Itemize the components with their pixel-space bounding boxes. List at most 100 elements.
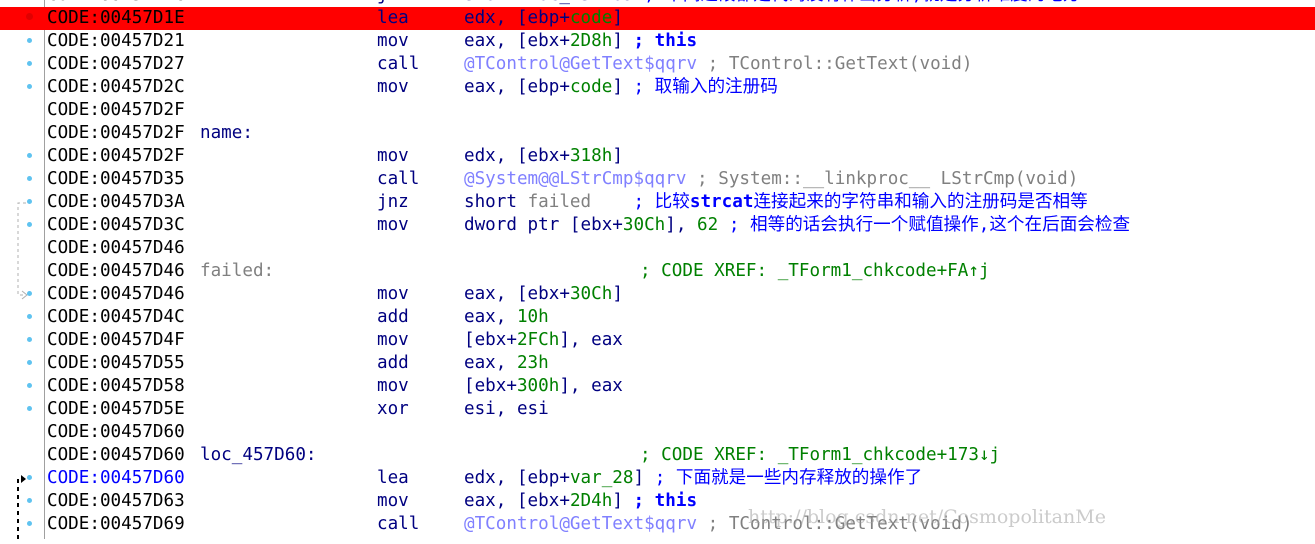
instruction-dot-icon[interactable]: [27, 84, 32, 89]
listing-row[interactable]: CODE:00457D55 add eax, 23h: [0, 352, 1315, 375]
operand-part: ]: [633, 468, 655, 488]
operand-part: short loc_457D69: [464, 0, 633, 5]
watermark: http://blog.csdn.net/CosmopolitanMe: [748, 506, 1106, 528]
operand-part: 300h: [516, 376, 560, 396]
comment: 中间这段都是代码没有作出分析,就是分析难度的地方: [665, 0, 1080, 5]
operands: short failed ; 比较strcat连接起来的字符串和输入的注册码是否…: [464, 191, 1088, 214]
operands: dword ptr [ebx+30Ch], 62 ; 相等的话会执行一个赋值操作…: [464, 214, 1130, 237]
operand-part: @System@@LStrCmp$qqrv: [464, 169, 687, 189]
listing-row[interactable]: CODE:00457D4C add eax, 10h: [0, 306, 1315, 329]
mnemonic: call: [377, 54, 420, 74]
instruction-dot-icon[interactable]: [27, 337, 32, 342]
listing-row[interactable]: CODE:00457D2C mov eax, [ebp+code] ; 取输入的注册…: [0, 76, 1315, 99]
listing-row[interactable]: CODE:00457D3A jnz short failed ; 比较strcat连…: [0, 191, 1315, 214]
listing-row[interactable]: CODE:00457D3C mov dword ptr [ebx+30Ch], 62…: [0, 214, 1315, 237]
breakpoint-row[interactable]: CODE:00457D1E lea edx, [ebp+code]: [0, 7, 1315, 30]
address: CODE:00457D5E: [47, 399, 185, 419]
listing-row[interactable]: CODE:00457D2F mov edx, [ebx+318h]: [0, 145, 1315, 168]
address: CODE:00457D63: [47, 491, 185, 511]
disassembly-listing[interactable]: CODE:00457D1C jnz short loc_457D69 ; 中间这段都…: [0, 0, 1315, 536]
comment: ; System::__linkproc__ LStrCmp(void): [686, 169, 1079, 189]
comment: ; 下面就是一些内存释放的操作了: [654, 468, 923, 488]
operand-part: ], eax: [559, 330, 623, 350]
mnemonic: call: [377, 514, 420, 534]
instruction-dot-icon[interactable]: [27, 176, 32, 181]
listing-row[interactable]: CODE:00457D35 call @System@@LStrCmp$qqrv ;…: [0, 168, 1315, 191]
comment: ; 比较: [591, 192, 690, 212]
instruction-dot-icon[interactable]: [27, 498, 32, 503]
operand-part: @TControl@GetText$qqrv: [464, 54, 698, 74]
operands: eax, [ebx+2D8h] ; this: [464, 30, 697, 53]
mnemonic: lea: [377, 8, 409, 28]
listing-row[interactable]: CODE:00457D46: [0, 237, 1315, 260]
listing-row[interactable]: CODE:00457D1C jnz short loc_457D69 ; 中间这段都…: [0, 0, 1315, 7]
listing-row[interactable]: CODE:00457D27 call @TControl@GetText$qqrv …: [0, 53, 1315, 76]
mnemonic: mov: [377, 376, 409, 396]
instruction-dot-icon[interactable]: [27, 383, 32, 388]
operand-part: 2D8h: [569, 31, 613, 51]
listing-row[interactable]: CODE:00457D69 call @TControl@GetText$qqrv …: [0, 513, 1315, 536]
address: CODE:00457D21: [47, 31, 185, 51]
instruction-dot-icon[interactable]: [27, 222, 32, 227]
listing-row[interactable]: CODE:00457D46 failed: ; CODE XREF: _TForm1…: [0, 260, 1315, 283]
instruction-dot-icon[interactable]: [27, 314, 32, 319]
operand-part: eax, [ebx+: [464, 31, 570, 51]
mnemonic: jnz: [377, 192, 409, 212]
operand-part: edx, [ebx+: [464, 146, 570, 166]
address: CODE:00457D46: [47, 238, 185, 258]
listing-row[interactable]: CODE:00457D60 loc_457D60: ; CODE XREF: _TF…: [0, 444, 1315, 467]
operands: eax, 23h: [464, 352, 549, 375]
operands: edx, [ebx+318h]: [464, 145, 623, 168]
mnemonic: add: [377, 307, 409, 327]
comment: failed: [527, 192, 592, 212]
address: CODE:00457D2F: [47, 146, 185, 166]
operand-part: eax, [ebx+: [464, 284, 570, 304]
listing-row[interactable]: CODE:00457D5E xor esi, esi: [0, 398, 1315, 421]
operands: [ebx+300h], eax: [464, 375, 623, 398]
instruction-dot-icon[interactable]: [27, 38, 32, 43]
operand-part: ]: [612, 31, 634, 51]
address: CODE:00457D3C: [47, 215, 185, 235]
instruction-dot-icon[interactable]: [27, 153, 32, 158]
listing-row[interactable]: CODE:00457D21 mov eax, [ebx+2D8h] ; this: [0, 30, 1315, 53]
operand-part: eax, [ebx+: [464, 491, 570, 511]
operands: edx, [ebp+var_28] ; 下面就是一些内存释放的操作了: [464, 467, 922, 490]
instruction-dot-icon[interactable]: [27, 475, 32, 480]
listing-row[interactable]: CODE:00457D2F: [0, 99, 1315, 122]
comment: ; TControl::GetText(void): [697, 54, 973, 74]
comment: ; 相等的话会执行一个赋值操作,这个在后面会检查: [718, 215, 1131, 235]
listing-row[interactable]: CODE:00457D4F mov [ebx+2FCh], eax: [0, 329, 1315, 352]
address: CODE:00457D3A: [47, 192, 185, 212]
listing-row[interactable]: CODE:00457D60: [0, 421, 1315, 444]
operand-part: eax,: [464, 353, 517, 373]
listing-row[interactable]: CODE:00457D60 lea edx, [ebp+var_28] ; 下面就是…: [0, 467, 1315, 490]
instruction-dot-icon[interactable]: [27, 61, 32, 66]
breakpoint-icon[interactable]: [26, 13, 33, 20]
instruction-dot-icon[interactable]: [27, 406, 32, 411]
address: CODE:00457D35: [47, 169, 185, 189]
instruction-dot-icon[interactable]: [27, 360, 32, 365]
xref-comment[interactable]: ; CODE XREF: _TForm1_chkcode+FA↑j: [640, 260, 990, 283]
operands: eax, [ebx+30Ch]: [464, 283, 623, 306]
listing-row[interactable]: CODE:00457D46 mov eax, [ebx+30Ch]: [0, 283, 1315, 306]
operand-part: [ebx+: [464, 376, 517, 396]
xref-comment[interactable]: ; CODE XREF: _TForm1_chkcode+173↓j: [640, 444, 1000, 467]
instruction-dot-icon[interactable]: [27, 521, 32, 526]
instruction-dot-icon[interactable]: [27, 199, 32, 204]
address: CODE:00457D4C: [47, 307, 185, 327]
instruction-dot-icon[interactable]: [27, 291, 32, 296]
operand-part: ]: [612, 146, 623, 166]
listing-row[interactable]: CODE:00457D63 mov eax, [ebx+2D4h] ; this: [0, 490, 1315, 513]
listing-row[interactable]: CODE:00457D2F name:: [0, 122, 1315, 145]
operands: eax, 10h: [464, 306, 549, 329]
operand-part: @TControl@GetText$qqrv: [464, 514, 698, 534]
operand-part: 30Ch: [569, 284, 613, 304]
operand-part: ]: [612, 77, 634, 97]
address: CODE:00457D60: [47, 445, 185, 465]
listing-row[interactable]: CODE:00457D58 mov [ebx+300h], eax: [0, 375, 1315, 398]
operand-part: code: [569, 8, 613, 28]
operand-part: code: [569, 77, 613, 97]
operand-part: ; this: [633, 491, 698, 511]
mnemonic: mov: [377, 215, 409, 235]
operand-part: var_28: [569, 468, 634, 488]
